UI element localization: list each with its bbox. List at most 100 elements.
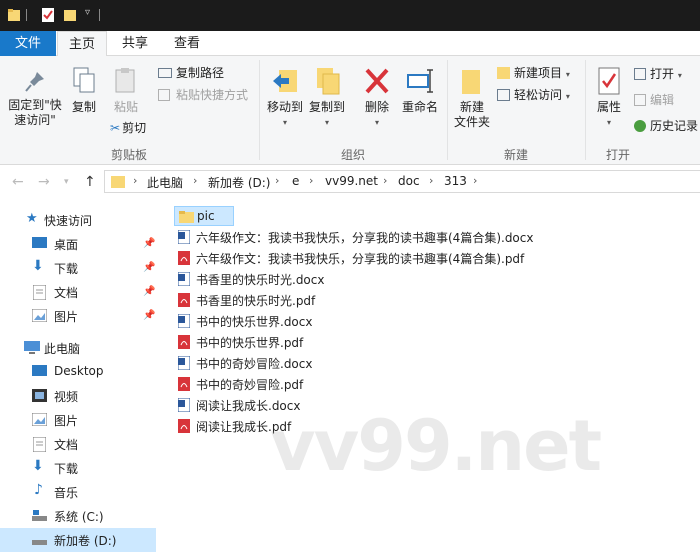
new-folder-button[interactable]: 新建 文件夹 xyxy=(450,66,494,130)
folder-icon xyxy=(111,176,125,188)
paste-shortcut-button[interactable]: 粘贴快捷方式 xyxy=(158,87,248,103)
breadcrumb-separator[interactable]: › xyxy=(383,174,387,187)
tab-file[interactable]: 文件 xyxy=(0,31,56,56)
move-to-dropdown-icon: ▾ xyxy=(282,118,287,127)
properties-dropdown-icon: ▾ xyxy=(606,118,611,127)
breadcrumb-vv99[interactable]: vv99.net xyxy=(325,174,378,188)
breadcrumb-separator[interactable]: › xyxy=(133,174,137,187)
rename-button[interactable]: 重命名 xyxy=(398,66,442,115)
nav-quick-access[interactable]: ★ 快速访问 xyxy=(0,208,156,232)
new-item-button[interactable]: 新建项目 ▾ xyxy=(497,65,570,83)
breadcrumb-313[interactable]: 313 xyxy=(444,174,467,188)
music-note-icon: ♪ xyxy=(34,482,43,498)
copy-button[interactable]: 复制 xyxy=(68,66,100,115)
forward-arrow-icon[interactable]: → xyxy=(38,174,50,190)
nav-this-pc[interactable]: 此电脑 xyxy=(0,336,156,360)
new-item-icon xyxy=(497,67,510,79)
delete-x-icon xyxy=(365,68,389,94)
download-arrow-icon: ⬇ xyxy=(32,258,44,274)
properties-icon[interactable] xyxy=(42,8,54,22)
title-separator xyxy=(99,9,100,21)
breadcrumb-separator[interactable]: › xyxy=(429,174,433,187)
nav-quick-desktop[interactable]: 桌面 📌 xyxy=(0,232,156,256)
edit-button[interactable]: 编辑 xyxy=(634,92,674,108)
pin-label-line1: 固定到"快 xyxy=(8,98,62,112)
pdf-document-icon xyxy=(178,251,190,265)
nav-pc-videos[interactable]: 视频 xyxy=(0,384,156,408)
easy-access-dropdown-icon: ▾ xyxy=(565,92,570,101)
breadcrumb-doc[interactable]: doc xyxy=(398,174,420,188)
edit-icon xyxy=(634,94,646,106)
breadcrumb-drive-d[interactable]: 新加卷 (D:) xyxy=(208,174,270,191)
copy-to-dropdown-icon: ▾ xyxy=(324,118,329,127)
address-bar[interactable]: › 此电脑 › 新加卷 (D:) › e › vv99.net › doc › … xyxy=(104,170,700,193)
open-dropdown-icon: ▾ xyxy=(677,71,682,80)
open-group-label: 打开 xyxy=(605,148,630,162)
breadcrumb-separator[interactable]: › xyxy=(473,174,477,187)
tab-share[interactable]: 共享 xyxy=(112,31,158,56)
recent-locations-icon[interactable]: ▾ xyxy=(64,177,69,187)
paste-button[interactable]: 粘贴 xyxy=(108,66,144,115)
nav-pc-documents[interactable]: 文档 xyxy=(0,432,156,456)
new-folder-icon xyxy=(462,70,480,94)
group-separator xyxy=(447,60,448,160)
nav-pc-music[interactable]: ♪ 音乐 xyxy=(0,480,156,504)
organize-group-label: 组织 xyxy=(340,148,365,162)
copy-to-button[interactable]: 复制到 ▾ xyxy=(306,66,348,130)
nav-quick-downloads[interactable]: ⬇ 下载 📌 xyxy=(0,256,156,280)
pin-icon: 📌 xyxy=(143,286,156,297)
nav-quick-pictures[interactable]: 图片 📌 xyxy=(0,304,156,328)
history-label: 历史记录 xyxy=(650,119,699,133)
star-icon: ★ xyxy=(26,211,38,226)
back-arrow-icon[interactable]: ← xyxy=(12,174,24,190)
breadcrumb-separator[interactable]: › xyxy=(309,174,313,187)
move-to-button[interactable]: 移动到 ▾ xyxy=(264,66,306,130)
clipboard-group-label: 剪贴板 xyxy=(110,148,147,162)
properties-button[interactable]: 属性 ▾ xyxy=(590,66,628,130)
open-button[interactable]: 打开 ▾ xyxy=(634,66,682,84)
breadcrumb-separator[interactable]: › xyxy=(275,174,279,187)
nav-label: 下载 xyxy=(54,262,79,276)
copy-path-button[interactable]: 复制路径 xyxy=(158,65,224,81)
file-name: 六年级作文：我读书我快乐，分享我的读书趣事(4篇合集).pdf xyxy=(196,252,525,266)
rename-label: 重命名 xyxy=(401,100,438,114)
tab-view[interactable]: 查看 xyxy=(164,31,210,56)
nav-quick-documents[interactable]: 文档 📌 xyxy=(0,280,156,304)
nav-pc-desktop[interactable]: Desktop xyxy=(0,360,156,384)
open-icon xyxy=(634,68,646,80)
easy-access-button[interactable]: 轻松访问 ▾ xyxy=(497,87,570,105)
nav-label: 快速访问 xyxy=(44,214,93,228)
file-name: 书中的奇妙冒险.docx xyxy=(196,357,313,371)
folder-icon[interactable] xyxy=(8,8,20,22)
group-separator xyxy=(585,60,586,160)
file-row-folder-pic[interactable]: pic xyxy=(174,206,234,226)
nav-pc-drive-d[interactable]: 新加卷 (D:) xyxy=(0,528,156,552)
delete-dropdown-icon: ▾ xyxy=(374,118,379,127)
up-arrow-icon[interactable]: ↑ xyxy=(84,174,96,190)
easy-access-icon xyxy=(497,89,510,101)
delete-button[interactable]: 删除 ▾ xyxy=(360,66,394,130)
pin-label-line2: 速访问" xyxy=(14,113,56,127)
history-button[interactable]: 历史记录 xyxy=(634,118,698,134)
nav-pc-drive-c[interactable]: 系统 (C:) xyxy=(0,504,156,528)
documents-icon xyxy=(33,437,46,452)
file-name: 书中的奇妙冒险.pdf xyxy=(196,378,304,392)
customize-toolbar-icon[interactable]: ▿ xyxy=(85,7,90,18)
breadcrumb-separator[interactable]: › xyxy=(193,174,197,187)
new-folder-icon[interactable] xyxy=(64,8,76,22)
title-bar: ▿ xyxy=(0,0,700,31)
breadcrumb-e[interactable]: e xyxy=(292,174,299,188)
breadcrumb-this-pc[interactable]: 此电脑 xyxy=(147,174,183,191)
download-arrow-icon: ⬇ xyxy=(32,458,44,474)
tab-home[interactable]: 主页 xyxy=(57,31,107,57)
title-separator xyxy=(26,9,27,21)
new-item-dropdown-icon: ▾ xyxy=(565,70,570,79)
nav-label: 系统 (C:) xyxy=(54,510,104,524)
nav-label: 图片 xyxy=(54,310,79,324)
pictures-icon xyxy=(32,413,47,426)
pin-quick-access-button[interactable]: 固定到"快 速访问" xyxy=(4,70,66,128)
nav-pc-pictures[interactable]: 图片 xyxy=(0,408,156,432)
copy-path-icon xyxy=(158,68,172,78)
nav-pc-downloads[interactable]: ⬇ 下载 xyxy=(0,456,156,480)
cut-button[interactable]: ✂ 剪切 xyxy=(110,120,146,136)
